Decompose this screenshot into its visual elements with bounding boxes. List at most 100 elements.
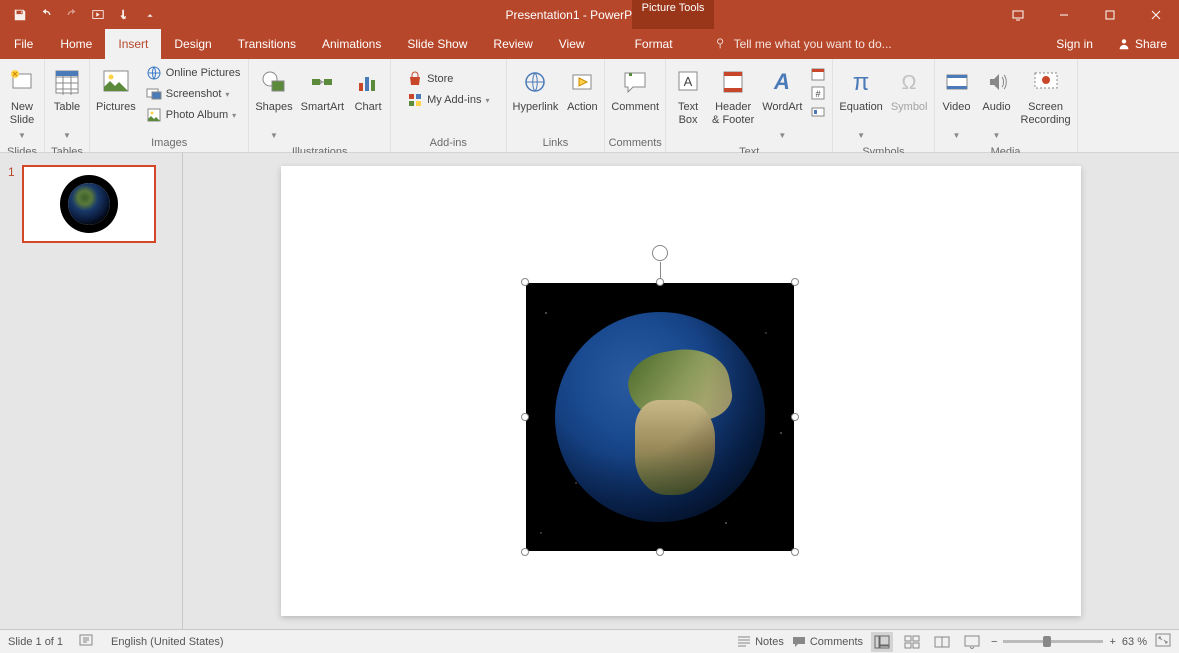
fit-to-window-button[interactable] xyxy=(1155,633,1171,650)
tab-animations[interactable]: Animations xyxy=(309,29,394,59)
normal-view-button[interactable] xyxy=(871,632,893,652)
maximize-button[interactable] xyxy=(1087,0,1133,29)
table-label: Table xyxy=(54,101,80,127)
tab-home[interactable]: Home xyxy=(47,29,105,59)
wordart-button[interactable]: AWordArt▼ xyxy=(758,63,806,144)
group-slides: New Slide▼ Slides xyxy=(0,59,45,152)
store-button[interactable]: Store xyxy=(401,69,495,89)
my-addins-label: My Add-ins xyxy=(427,94,481,106)
group-addins-label: Add-ins xyxy=(393,135,503,152)
selected-picture[interactable] xyxy=(526,283,794,551)
zoom-out-button[interactable]: − xyxy=(991,636,997,648)
text-box-label: Text Box xyxy=(678,101,698,127)
resize-handle-mid-right[interactable] xyxy=(791,413,799,421)
wordart-label: WordArt xyxy=(762,101,802,127)
group-addins: Store My Add-ins▾ Add-ins xyxy=(391,59,506,152)
rotation-handle[interactable] xyxy=(652,245,668,261)
header-footer-button[interactable]: Header & Footer xyxy=(708,63,758,129)
resize-handle-bot-left[interactable] xyxy=(521,548,529,556)
touch-mode-button[interactable] xyxy=(112,4,136,26)
chart-button[interactable]: Chart xyxy=(348,63,388,129)
resize-handle-top-right[interactable] xyxy=(791,278,799,286)
tab-transitions[interactable]: Transitions xyxy=(225,29,309,59)
slide-thumbnail-1[interactable]: 1 xyxy=(8,165,174,243)
slide-sorter-view-button[interactable] xyxy=(901,632,923,652)
equation-button[interactable]: πEquation▼ xyxy=(835,63,886,144)
notes-button[interactable]: Notes xyxy=(737,636,784,648)
photo-album-button[interactable]: Photo Album▾ xyxy=(140,105,247,125)
audio-button[interactable]: Audio▼ xyxy=(977,63,1017,144)
smartart-button[interactable]: SmartArt xyxy=(297,63,348,129)
tab-view[interactable]: View xyxy=(546,29,598,59)
smartart-label: SmartArt xyxy=(301,101,344,127)
share-button[interactable]: Share xyxy=(1105,29,1179,59)
pictures-button[interactable]: Pictures xyxy=(92,63,140,129)
action-button[interactable]: Action xyxy=(562,63,602,129)
reading-view-button[interactable] xyxy=(931,632,953,652)
group-images-label: Images xyxy=(92,135,246,152)
group-comments-label: Comments xyxy=(607,135,663,152)
group-links: Hyperlink Action Links xyxy=(507,59,606,152)
minimize-button[interactable] xyxy=(1041,0,1087,29)
tell-me-search[interactable]: Tell me what you want to do... xyxy=(714,29,892,59)
my-addins-button[interactable]: My Add-ins▾ xyxy=(401,90,495,110)
ribbon-display-options-button[interactable] xyxy=(995,0,1041,29)
slide-counter[interactable]: Slide 1 of 1 xyxy=(8,636,63,648)
start-from-beginning-button[interactable] xyxy=(86,4,110,26)
date-time-button[interactable] xyxy=(806,65,830,83)
resize-handle-top-left[interactable] xyxy=(521,278,529,286)
slide-edit-area[interactable] xyxy=(183,153,1179,629)
resize-handle-bot-mid[interactable] xyxy=(656,548,664,556)
spell-check-icon[interactable] xyxy=(79,633,95,650)
video-button[interactable]: Video▼ xyxy=(937,63,977,144)
tab-design[interactable]: Design xyxy=(161,29,224,59)
tab-file[interactable]: File xyxy=(0,29,47,59)
ribbon: New Slide▼ Slides Table▼ Tables Pictures… xyxy=(0,59,1179,153)
online-pictures-button[interactable]: Online Pictures xyxy=(140,63,247,83)
zoom-in-button[interactable]: + xyxy=(1109,636,1115,648)
earth-icon xyxy=(68,183,110,225)
action-label: Action xyxy=(567,101,598,127)
table-button[interactable]: Table▼ xyxy=(47,63,87,144)
svg-text:#: # xyxy=(816,89,821,99)
slide-number-button[interactable]: # xyxy=(806,84,830,102)
qat-customize-button[interactable] xyxy=(138,4,162,26)
redo-button[interactable] xyxy=(60,4,84,26)
slide-thumbnail[interactable] xyxy=(22,165,156,243)
slide-thumbnail-panel[interactable]: 1 xyxy=(0,153,183,629)
screenshot-button[interactable]: Screenshot▾ xyxy=(140,84,247,104)
new-slide-button[interactable]: New Slide▼ xyxy=(2,63,42,144)
group-text: AText Box Header & Footer AWordArt▼ # Te… xyxy=(666,59,833,152)
group-images: Pictures Online Pictures Screenshot▾ Pho… xyxy=(90,59,249,152)
shapes-button[interactable]: Shapes▼ xyxy=(251,63,296,144)
sign-in-button[interactable]: Sign in xyxy=(1044,29,1105,59)
slide-canvas[interactable] xyxy=(281,166,1081,616)
group-comments: Comment Comments xyxy=(605,59,666,152)
save-button[interactable] xyxy=(8,4,32,26)
object-button[interactable] xyxy=(806,103,830,121)
tab-review[interactable]: Review xyxy=(480,29,545,59)
equation-label: Equation xyxy=(839,101,882,127)
svg-text:A: A xyxy=(773,69,790,94)
audio-label: Audio xyxy=(982,101,1010,127)
screen-recording-button[interactable]: Screen Recording xyxy=(1017,63,1075,129)
tab-insert[interactable]: Insert xyxy=(105,29,161,59)
resize-handle-top-mid[interactable] xyxy=(656,278,664,286)
text-box-button[interactable]: AText Box xyxy=(668,63,708,129)
resize-handle-mid-left[interactable] xyxy=(521,413,529,421)
zoom-slider[interactable] xyxy=(1003,640,1103,643)
tab-format[interactable]: Format xyxy=(622,29,686,59)
language-indicator[interactable]: English (United States) xyxy=(111,636,224,648)
undo-button[interactable] xyxy=(34,4,58,26)
symbol-button[interactable]: ΩSymbol xyxy=(887,63,932,129)
hyperlink-button[interactable]: Hyperlink xyxy=(509,63,563,129)
comments-button[interactable]: Comments xyxy=(792,636,863,648)
pictures-label: Pictures xyxy=(96,101,136,127)
zoom-level[interactable]: 63 % xyxy=(1122,636,1147,648)
resize-handle-bot-right[interactable] xyxy=(791,548,799,556)
slideshow-view-button[interactable] xyxy=(961,632,983,652)
close-button[interactable] xyxy=(1133,0,1179,29)
tab-slideshow[interactable]: Slide Show xyxy=(394,29,480,59)
new-slide-label: New Slide xyxy=(10,101,34,127)
comment-button[interactable]: Comment xyxy=(607,63,663,129)
